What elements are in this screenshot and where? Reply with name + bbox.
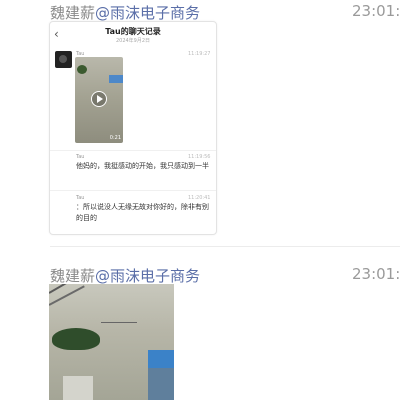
sender-name: 魏建薪 bbox=[50, 4, 96, 22]
entry-text: ：所以说没人无缘无故对你好的，除非有别的目的 bbox=[76, 203, 209, 222]
avatar bbox=[55, 51, 72, 68]
entry-time: 11:20:41 bbox=[188, 195, 211, 201]
sender-tag[interactable]: @雨沫电子商务 bbox=[95, 267, 200, 285]
wall-graphic bbox=[63, 376, 93, 400]
sender[interactable]: 魏建薪@雨沫电子商务 bbox=[50, 2, 200, 23]
house-graphic bbox=[148, 368, 174, 400]
chat-history-title: Tau的聊天记录 bbox=[105, 27, 161, 36]
video-duration: 0:21 bbox=[109, 135, 121, 141]
tree-graphic bbox=[77, 65, 87, 74]
play-icon[interactable] bbox=[91, 91, 107, 107]
pole-graphic bbox=[101, 322, 137, 323]
entry-time: 11:19:56 bbox=[188, 154, 211, 160]
sender[interactable]: 魏建薪@雨沫电子商务 bbox=[50, 265, 200, 286]
message-divider bbox=[50, 246, 400, 247]
message-time: 23:01:30 bbox=[352, 265, 400, 283]
message-time: 23:01:29 bbox=[352, 2, 400, 20]
sender-tag[interactable]: @雨沫电子商务 bbox=[95, 4, 200, 22]
sender-name: 魏建薪 bbox=[50, 267, 96, 285]
video-thumbnail[interactable]: 0:21 bbox=[75, 57, 123, 143]
entry-sender: Tau bbox=[76, 195, 85, 201]
flood-photo[interactable] bbox=[49, 284, 174, 400]
entry-time: 11:19:27 bbox=[188, 51, 211, 57]
entry-text: 他妈的，我挺感动的开始，我只感动到一半 bbox=[76, 162, 209, 170]
roof-graphic bbox=[109, 75, 123, 83]
divider bbox=[50, 190, 216, 191]
chat-history-date: 2024年9月2日 bbox=[115, 38, 151, 44]
entry-sender: Tau bbox=[76, 154, 85, 160]
chat-history-card[interactable]: ‹ Tau的聊天记录 2024年9月2日 Tau 11:19:27 0:21 T… bbox=[49, 21, 217, 235]
palm-tree-graphic bbox=[52, 328, 100, 350]
blue-roof-graphic bbox=[148, 350, 174, 368]
divider bbox=[50, 150, 216, 151]
